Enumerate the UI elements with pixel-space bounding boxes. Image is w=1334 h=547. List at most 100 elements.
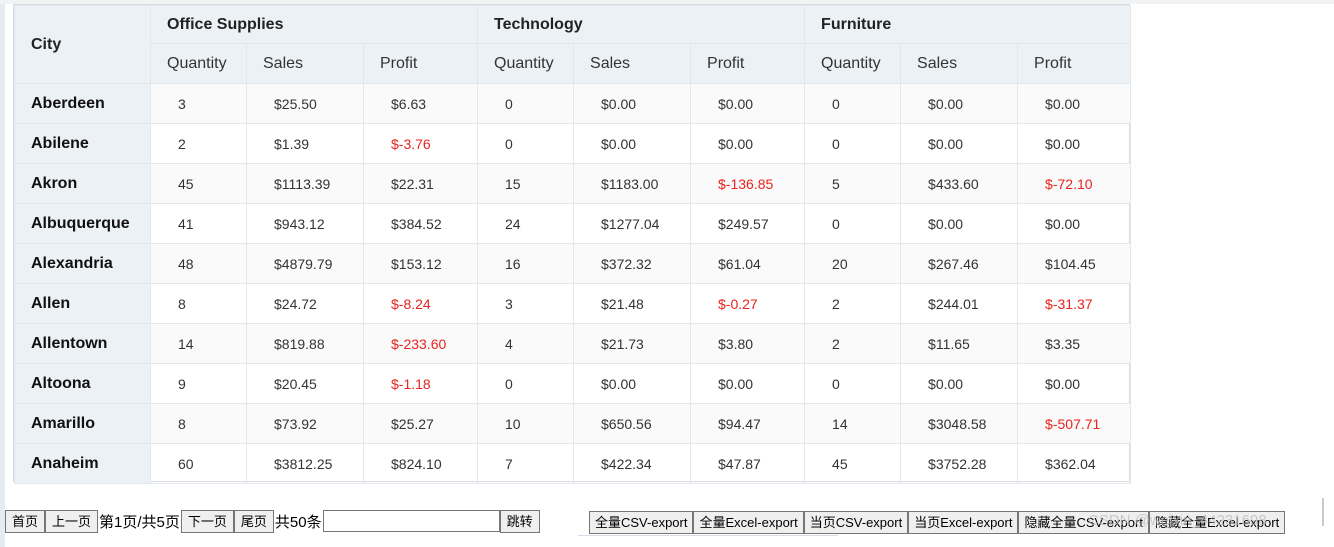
sales-column-header[interactable]: Sales <box>246 43 364 84</box>
profit-cell[interactable]: $-31.37 <box>1017 283 1132 324</box>
profit-cell[interactable]: $-136.85 <box>690 163 806 204</box>
group-header-technology[interactable]: Technology <box>477 5 806 44</box>
profit-cell[interactable]: $6.63 <box>362 83 479 124</box>
sales-cell[interactable]: $21.48 <box>573 283 692 324</box>
profit-cell[interactable]: $362.04 <box>1017 443 1132 484</box>
quantity-cell[interactable]: 14 <box>150 323 247 364</box>
table-row[interactable]: Anaheim 60 $3812.25 $824.10 7 $422.34 $47.87 45… <box>14 443 1132 484</box>
row-city-cell[interactable]: Abilene <box>14 123 151 164</box>
quantity-cell[interactable]: 41 <box>150 203 247 244</box>
profit-cell[interactable]: $0.00 <box>1017 123 1132 164</box>
first-page-button[interactable]: 首页 <box>5 509 46 533</box>
sales-cell[interactable]: $372.32 <box>573 243 692 284</box>
quantity-cell[interactable]: 0 <box>804 83 902 124</box>
quantity-cell[interactable]: 5 <box>804 163 902 204</box>
profit-cell[interactable]: $249.57 <box>690 203 806 244</box>
profit-cell[interactable]: $0.00 <box>690 363 806 404</box>
quantity-cell[interactable]: 15 <box>477 163 575 204</box>
profit-cell[interactable]: $-233.60 <box>362 323 479 364</box>
profit-cell[interactable]: $3.35 <box>1017 323 1132 364</box>
profit-cell[interactable]: $384.52 <box>362 203 479 244</box>
quantity-cell[interactable]: 20 <box>804 243 902 284</box>
row-city-cell[interactable]: Albuquerque <box>14 203 151 244</box>
sales-cell[interactable]: $1.39 <box>246 123 364 164</box>
row-city-cell[interactable]: Akron <box>14 163 151 204</box>
sales-cell[interactable]: $4879.79 <box>246 243 364 284</box>
profit-cell[interactable]: $94.47 <box>690 403 806 444</box>
row-city-cell[interactable]: Allentown <box>14 323 151 364</box>
profit-cell[interactable]: $153.12 <box>362 243 479 284</box>
export-page-csv-button[interactable]: 当页CSV-export <box>803 511 909 534</box>
profit-column-header[interactable]: Profit <box>362 43 479 84</box>
profit-column-header[interactable]: Profit <box>1017 43 1132 84</box>
profit-cell[interactable]: $824.10 <box>362 443 479 484</box>
quantity-cell[interactable]: 14 <box>804 403 902 444</box>
quantity-cell[interactable]: 0 <box>804 363 902 404</box>
row-city-cell[interactable]: Anaheim <box>14 443 151 484</box>
sales-cell[interactable]: $24.72 <box>246 283 364 324</box>
sales-cell[interactable]: $73.92 <box>246 403 364 444</box>
city-column-header[interactable]: City <box>14 5 151 84</box>
sales-cell[interactable]: $3048.58 <box>900 403 1019 444</box>
sales-cell[interactable]: $943.12 <box>246 203 364 244</box>
sales-cell[interactable]: $0.00 <box>573 363 692 404</box>
profit-cell[interactable]: $3.80 <box>690 323 806 364</box>
sales-cell[interactable]: $21.73 <box>573 323 692 364</box>
quantity-cell[interactable]: 0 <box>477 83 575 124</box>
sales-cell[interactable]: $0.00 <box>900 83 1019 124</box>
sales-cell[interactable]: $422.34 <box>573 443 692 484</box>
sales-cell[interactable]: $0.00 <box>900 123 1019 164</box>
export-hidden-all-csv-button[interactable]: 隐藏全量CSV-export <box>1018 511 1149 534</box>
quantity-cell[interactable]: 2 <box>804 283 902 324</box>
quantity-cell[interactable]: 45 <box>804 443 902 484</box>
sales-cell[interactable]: $650.56 <box>573 403 692 444</box>
table-row[interactable]: Akron 45 $1113.39 $22.31 15 $1183.00 $-136.85 5… <box>14 163 1132 204</box>
quantity-cell[interactable]: 8 <box>150 403 247 444</box>
table-row[interactable]: Allen 8 $24.72 $-8.24 3 $21.48 $-0.27 2 $244.01 $… <box>14 283 1132 324</box>
row-city-cell[interactable]: Allen <box>14 283 151 324</box>
quantity-cell[interactable]: 0 <box>477 363 575 404</box>
profit-cell[interactable]: $-507.71 <box>1017 403 1132 444</box>
prev-page-button[interactable]: 上一页 <box>45 509 99 533</box>
quantity-column-header[interactable]: Quantity <box>804 43 902 84</box>
quantity-column-header[interactable]: Quantity <box>150 43 247 84</box>
next-page-button[interactable]: 下一页 <box>180 509 234 533</box>
quantity-cell[interactable]: 7 <box>477 443 575 484</box>
quantity-cell[interactable]: 2 <box>804 323 902 364</box>
row-city-cell[interactable]: Aberdeen <box>14 83 151 124</box>
sales-cell[interactable]: $25.50 <box>246 83 364 124</box>
group-header-office-supplies[interactable]: Office Supplies <box>149 5 479 44</box>
profit-cell[interactable]: $0.00 <box>1017 203 1132 244</box>
quantity-cell[interactable]: 45 <box>150 163 247 204</box>
table-row[interactable]: Allentown 14 $819.88 $-233.60 4 $21.73 $3.80 2 $… <box>14 323 1132 364</box>
row-city-cell[interactable]: Altoona <box>14 363 151 404</box>
row-city-cell[interactable]: Amarillo <box>14 403 151 444</box>
sales-cell[interactable]: $819.88 <box>246 323 364 364</box>
last-page-button[interactable]: 尾页 <box>233 509 274 533</box>
quantity-cell[interactable]: 48 <box>150 243 247 284</box>
sales-cell[interactable]: $267.46 <box>900 243 1019 284</box>
sales-cell[interactable]: $0.00 <box>900 363 1019 404</box>
profit-cell[interactable]: $0.00 <box>1017 83 1132 124</box>
quantity-cell[interactable]: 2 <box>150 123 247 164</box>
quantity-column-header[interactable]: Quantity <box>477 43 575 84</box>
profit-cell[interactable]: $-1.18 <box>362 363 479 404</box>
sales-cell[interactable]: $1183.00 <box>573 163 692 204</box>
sales-cell[interactable]: $1113.39 <box>246 163 364 204</box>
sales-column-header[interactable]: Sales <box>573 43 692 84</box>
profit-cell[interactable]: $-72.10 <box>1017 163 1132 204</box>
sales-cell[interactable]: $0.00 <box>900 203 1019 244</box>
sales-column-header[interactable]: Sales <box>900 43 1019 84</box>
jump-page-input[interactable] <box>322 510 500 532</box>
quantity-cell[interactable]: 3 <box>477 283 575 324</box>
quantity-cell[interactable]: 8 <box>150 283 247 324</box>
group-header-furniture[interactable]: Furniture <box>804 5 1132 44</box>
profit-cell[interactable]: $22.31 <box>362 163 479 204</box>
sales-cell[interactable]: $20.45 <box>246 363 364 404</box>
quantity-cell[interactable]: 0 <box>477 123 575 164</box>
quantity-cell[interactable]: 9 <box>150 363 247 404</box>
quantity-cell[interactable]: 0 <box>804 123 902 164</box>
sales-cell[interactable]: $1277.04 <box>573 203 692 244</box>
sales-cell[interactable]: $11.65 <box>900 323 1019 364</box>
row-city-cell[interactable]: Alexandria <box>14 243 151 284</box>
